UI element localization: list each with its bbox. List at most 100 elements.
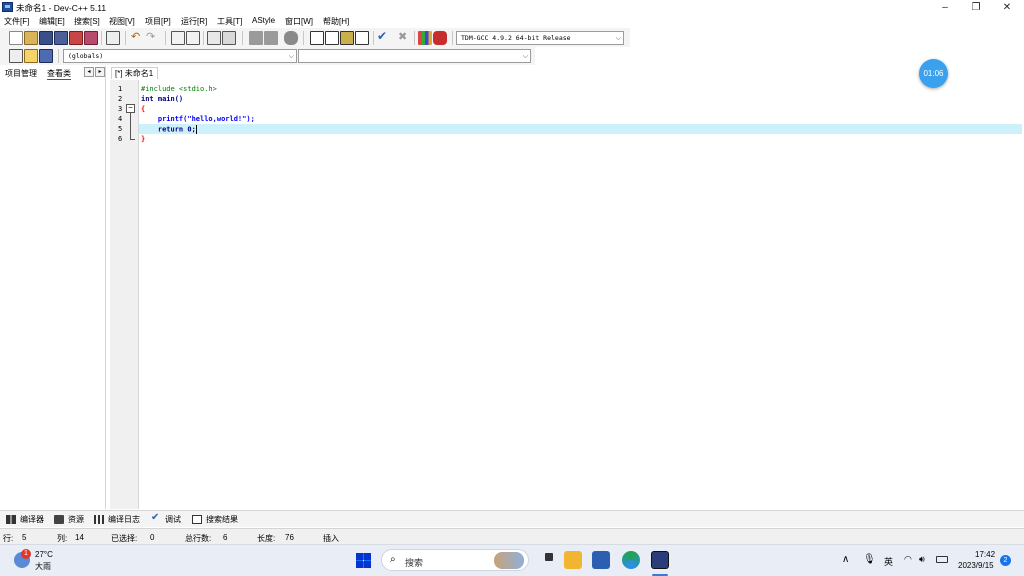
weather-temp[interactable]: 27°C xyxy=(35,550,53,559)
tab-compile-log[interactable]: 编译日志 xyxy=(108,514,140,525)
insert-icon[interactable] xyxy=(9,49,23,63)
goto-line-icon[interactable] xyxy=(207,31,221,45)
new-file-icon[interactable] xyxy=(9,31,23,45)
menu-astyle[interactable]: AStyle xyxy=(252,16,275,25)
tab-resources[interactable]: 资源 xyxy=(68,514,84,525)
status-lines-label: 总行数: xyxy=(185,534,212,543)
bookmark-icon[interactable] xyxy=(284,31,298,45)
menu-window[interactable]: 窗口[W] xyxy=(285,16,313,27)
toggle-panel-icon[interactable] xyxy=(340,31,354,45)
grid-icon[interactable] xyxy=(355,31,369,45)
tab-project-manager[interactable]: 项目管理 xyxy=(5,68,37,79)
redo-icon[interactable]: ↷ xyxy=(146,30,155,43)
panel-next-icon[interactable]: ▸ xyxy=(95,67,105,77)
replace-icon[interactable] xyxy=(186,31,200,45)
taskbar-search[interactable]: ⌕ 搜索 xyxy=(381,549,529,571)
next-icon[interactable] xyxy=(264,31,278,45)
open-file-icon[interactable] xyxy=(24,31,38,45)
file-explorer-icon[interactable] xyxy=(564,551,582,569)
panel-prev-icon[interactable]: ◂ xyxy=(84,67,94,77)
devcpp-app-icon xyxy=(2,2,13,12)
compiler-icon xyxy=(6,515,16,524)
notification-badge[interactable]: 2 xyxy=(1000,555,1011,566)
line-number: 4 xyxy=(118,115,123,123)
save-icon[interactable] xyxy=(39,31,53,45)
weather-desc[interactable]: 大雨 xyxy=(35,561,51,572)
fold-end xyxy=(130,139,135,140)
abort-icon[interactable]: ✖ xyxy=(398,30,407,43)
line-number: 6 xyxy=(118,135,123,143)
fold-collapse-icon[interactable]: − xyxy=(126,104,135,113)
chevron-up-icon[interactable]: ∧ xyxy=(842,554,849,565)
microphone-icon[interactable]: 🎙︎ xyxy=(863,554,876,565)
tab-compiler[interactable]: 编译器 xyxy=(20,514,44,525)
text-caret xyxy=(195,125,197,134)
battery-icon[interactable] xyxy=(936,556,948,563)
project-panel: 项目管理 查看类 ◂ ▸ xyxy=(0,66,106,509)
save-all-icon[interactable] xyxy=(54,31,68,45)
clock-date[interactable]: 2023/9/15 xyxy=(958,561,994,570)
layout-icon[interactable] xyxy=(310,31,324,45)
menu-file[interactable]: 文件[F] xyxy=(4,16,29,27)
compile-log-icon xyxy=(94,515,104,524)
indent-icon[interactable] xyxy=(222,31,236,45)
menu-search[interactable]: 搜索[S] xyxy=(74,16,100,27)
task-view-icon[interactable] xyxy=(545,553,553,561)
goto-bookmark-icon[interactable] xyxy=(39,49,53,63)
check-syntax-icon[interactable]: ✔ xyxy=(377,29,387,43)
restore-icon[interactable]: ❐ xyxy=(961,0,991,15)
ime-indicator[interactable]: 英 xyxy=(884,555,893,568)
menu-view[interactable]: 视图[V] xyxy=(109,16,135,27)
toggle-bookmark-icon[interactable] xyxy=(24,49,38,63)
tab-search-results[interactable]: 搜索结果 xyxy=(206,514,238,525)
chart-icon[interactable] xyxy=(418,31,432,45)
fullscreen-icon[interactable] xyxy=(325,31,339,45)
undo-icon[interactable]: ↶ xyxy=(131,30,140,43)
tab-debug[interactable]: 调试 xyxy=(165,514,181,525)
menu-help[interactable]: 帮助[H] xyxy=(323,16,349,27)
devcpp-taskbar-icon[interactable] xyxy=(651,551,669,569)
find-icon[interactable] xyxy=(171,31,185,45)
menu-tools[interactable]: 工具[T] xyxy=(217,16,242,27)
windows-start-icon[interactable] xyxy=(356,553,371,568)
scope-select-value: (globals) xyxy=(68,52,104,60)
close-file-icon[interactable] xyxy=(69,31,83,45)
status-len-label: 长度: xyxy=(257,534,276,543)
tab-class-browser[interactable]: 查看类 xyxy=(47,68,71,80)
clock-time[interactable]: 17:42 xyxy=(975,550,995,559)
compiler-select-value: TDM-GCC 4.9.2 64-bit Release xyxy=(461,34,571,42)
line-number: 2 xyxy=(118,95,123,103)
chevron-down-icon: ⌵ xyxy=(288,52,294,60)
title-bar: 未命名1 - Dev-C++ 5.11 – ❐ ✕ xyxy=(0,0,1024,15)
profile-icon[interactable] xyxy=(433,31,447,45)
edge-browser-icon[interactable] xyxy=(622,551,640,569)
recording-timer[interactable]: 01:06 xyxy=(919,59,948,88)
close-all-icon[interactable] xyxy=(84,31,98,45)
volume-icon[interactable]: 🔊︎ xyxy=(919,554,925,565)
wifi-icon[interactable]: ◠ xyxy=(904,554,912,565)
store-icon[interactable] xyxy=(592,551,610,569)
code-text: } xyxy=(141,135,146,143)
search-highlight-image xyxy=(494,552,524,569)
weather-badge: 1 xyxy=(21,549,31,559)
status-sel-value: 0 xyxy=(150,533,155,542)
line-number: 1 xyxy=(118,85,123,93)
menu-project[interactable]: 项目[P] xyxy=(145,16,171,27)
compiler-select[interactable]: TDM-GCC 4.9.2 64-bit Release ⌵ xyxy=(456,31,624,45)
minimize-icon[interactable]: – xyxy=(930,0,960,15)
tab-untitled1[interactable]: [*] 未命名1 xyxy=(111,67,158,79)
bottom-panel-tabs: 编译器 资源 编译日志 ✔ 调试 搜索结果 xyxy=(0,510,1024,527)
menu-edit[interactable]: 编辑[E] xyxy=(39,16,65,27)
status-insert-mode: 插入 xyxy=(323,534,339,543)
close-icon[interactable]: ✕ xyxy=(992,0,1022,15)
status-len-value: 76 xyxy=(285,533,294,542)
scope-select[interactable]: (globals) ⌵ xyxy=(63,49,297,63)
code-line-1: #include <stdio.h> xyxy=(141,85,217,93)
search-results-icon xyxy=(192,515,202,524)
resources-icon xyxy=(54,515,64,524)
code-editor[interactable] xyxy=(139,80,1024,509)
prev-icon[interactable] xyxy=(249,31,263,45)
print-icon[interactable] xyxy=(106,31,120,45)
symbol-select[interactable]: ⌵ xyxy=(298,49,531,63)
menu-run[interactable]: 运行[R] xyxy=(181,16,207,27)
